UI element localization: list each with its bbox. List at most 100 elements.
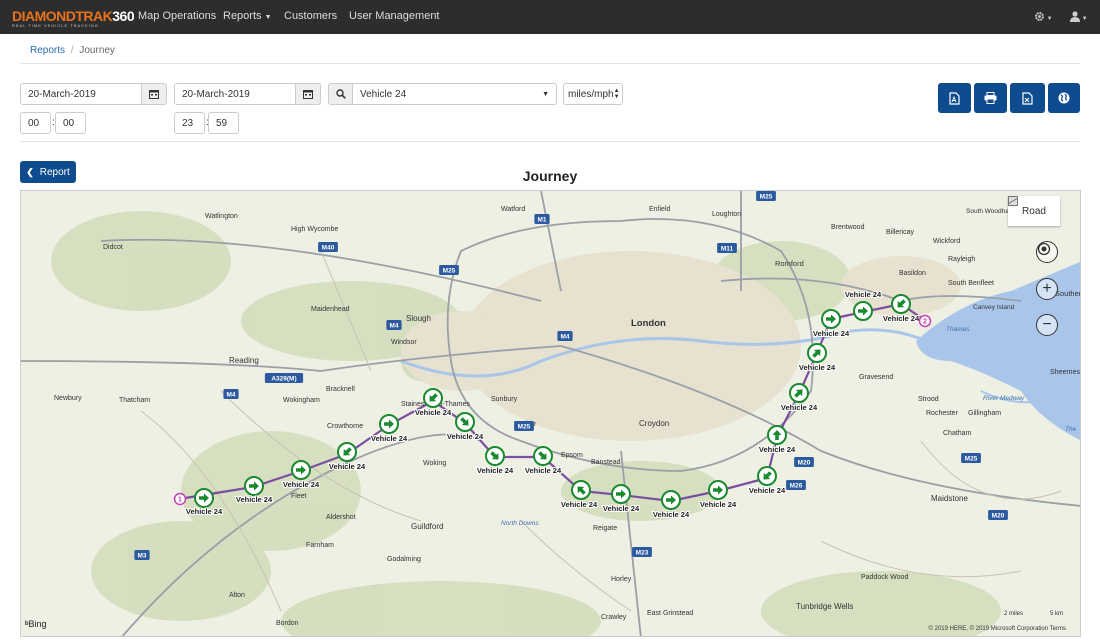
vehicle-marker-label: Vehicle 24 (653, 510, 690, 519)
svg-text:M26: M26 (790, 483, 803, 490)
svg-text:M25: M25 (518, 424, 531, 431)
waypoint-marker[interactable]: 1 (173, 492, 187, 506)
vehicle-marker-label: Vehicle 24 (781, 403, 818, 412)
journey-map[interactable]: Watlington Watford Enfield Loughton High Wyc… (20, 190, 1081, 637)
place-label: Canvey Island (973, 304, 1015, 311)
start-calendar-button[interactable] (141, 83, 167, 105)
export-pdf-button[interactable] (938, 83, 971, 113)
units-select[interactable]: miles/mph ▲ ▼ (563, 83, 623, 105)
place-label: Rochester (926, 410, 959, 417)
vehicle-marker-label: Vehicle 24 (845, 290, 882, 299)
svg-text:M4: M4 (226, 392, 235, 399)
end-calendar-button[interactable] (295, 83, 321, 105)
nav-customers[interactable]: Customers (284, 10, 337, 22)
place-label: Didcot (103, 244, 123, 251)
vehicle-marker-label: Vehicle 24 (561, 500, 598, 509)
vehicle-search-button[interactable] (328, 83, 353, 105)
user-menu[interactable]: ▼ (1070, 11, 1088, 25)
vehicle-marker-label: Vehicle 24 (371, 434, 408, 443)
road-shield: M20 (988, 510, 1008, 520)
place-label: The (1065, 426, 1077, 433)
vehicle-marker[interactable]: Vehicle 24 (476, 446, 515, 476)
excel-icon (1022, 91, 1033, 105)
place-label: Maidenhead (311, 306, 350, 313)
road-map-icon (1008, 196, 1018, 206)
end-date-input[interactable]: 20-March-2019 (174, 83, 296, 105)
road-shield: M23 (632, 547, 652, 557)
start-date-input[interactable]: 20-March-2019 (20, 83, 142, 105)
place-label: Slough (406, 314, 431, 323)
vehicle-marker-label: Vehicle 24 (883, 314, 920, 323)
place-label: Watlington (205, 213, 238, 220)
calendar-icon (303, 90, 313, 99)
svg-text:M11: M11 (721, 246, 734, 253)
end-minute-input[interactable]: 59 (208, 112, 239, 134)
settings-menu[interactable]: ▼ (1034, 11, 1053, 25)
road-shield: M25 (439, 265, 459, 275)
print-button[interactable] (974, 83, 1007, 113)
vehicle-select[interactable]: Vehicle 24 ▼ (352, 83, 557, 105)
place-label: Romford (775, 259, 804, 268)
place-label: River Medway (983, 395, 1025, 402)
place-label: London (631, 318, 666, 329)
vehicle-marker-label: Vehicle 24 (186, 507, 223, 516)
end-hour-input[interactable]: 23 (174, 112, 205, 134)
waypoint-marker[interactable]: 2 (918, 314, 932, 328)
road-shield: M1 (534, 214, 550, 224)
zoom-in-button[interactable]: + (1036, 278, 1058, 300)
zoom-out-button[interactable]: − (1036, 314, 1058, 336)
road-shield: M4 (557, 331, 573, 341)
place-label: Bordon (276, 620, 299, 627)
map-copyright[interactable]: © 2019 HERE, © 2019 Microsoft Corporatio… (929, 626, 1066, 632)
app-logo[interactable]: DIAMONDTRAK360 REAL TIME VEHICLE TRACKIN… (12, 8, 135, 28)
nav-user-management[interactable]: User Management (349, 10, 440, 22)
place-label: Crawley (601, 614, 627, 621)
map-view-button[interactable] (1048, 83, 1080, 113)
place-label: Epsom (561, 452, 583, 459)
logo-number: 360 (112, 8, 135, 24)
map-canvas[interactable]: Watlington Watford Enfield Loughton High Wyc… (21, 191, 1081, 637)
vehicle-marker[interactable]: Vehicle 24 (758, 425, 797, 455)
target-icon (1037, 242, 1051, 256)
svg-text:M25: M25 (443, 268, 456, 275)
divider (20, 141, 1080, 142)
logo-text: DIAMONDTRAK (12, 8, 113, 24)
place-label: Strood (918, 396, 939, 403)
scale-miles: 2 miles (1004, 611, 1024, 617)
road-shield: M4 (386, 320, 402, 330)
road-shield: M25 (514, 421, 534, 431)
breadcrumb-reports[interactable]: Reports (30, 45, 65, 56)
place-label: Southend (1055, 289, 1081, 298)
divider (20, 63, 1080, 64)
nav-map-operations[interactable]: Map Operations (138, 10, 216, 22)
vehicle-marker[interactable]: Vehicle 24 (524, 446, 563, 476)
start-hour-input[interactable]: 00 (20, 112, 51, 134)
svg-text:2: 2 (923, 319, 927, 326)
map-style-button[interactable]: Road (1008, 196, 1060, 226)
place-label: Reading (229, 356, 259, 365)
vehicle-marker-label: Vehicle 24 (759, 445, 796, 454)
road-shield: M40 (318, 242, 338, 252)
vehicle-marker[interactable]: Vehicle 24 (780, 383, 819, 413)
gear-icon (1035, 12, 1044, 21)
export-excel-button[interactable] (1010, 83, 1045, 113)
bing-logo: ᵇBing (25, 619, 47, 629)
vehicle-marker-label: Vehicle 24 (603, 504, 640, 513)
vehicle-marker[interactable]: Vehicle 24 (798, 343, 837, 373)
start-minute-input[interactable]: 00 (55, 112, 86, 134)
place-label: Rayleigh (948, 256, 975, 263)
place-label: Sheerness (1050, 369, 1081, 376)
calendar-icon (149, 90, 159, 99)
svg-text:M23: M23 (636, 550, 649, 557)
vehicle-marker-label: Vehicle 24 (477, 466, 514, 475)
place-label: Newbury (54, 395, 82, 402)
vehicle-marker[interactable]: Vehicle 24 (370, 414, 409, 444)
svg-text:M1: M1 (537, 217, 546, 224)
place-label: High Wycombe (291, 226, 339, 233)
svg-text:A329(M): A329(M) (271, 376, 296, 383)
place-label: Banstead (591, 459, 621, 466)
updown-arrows-icon: ▲ ▼ (613, 88, 620, 100)
locate-button[interactable] (1036, 241, 1058, 263)
nav-reports[interactable]: Reports ▼ (223, 10, 272, 22)
plus-icon: + (1042, 280, 1052, 297)
